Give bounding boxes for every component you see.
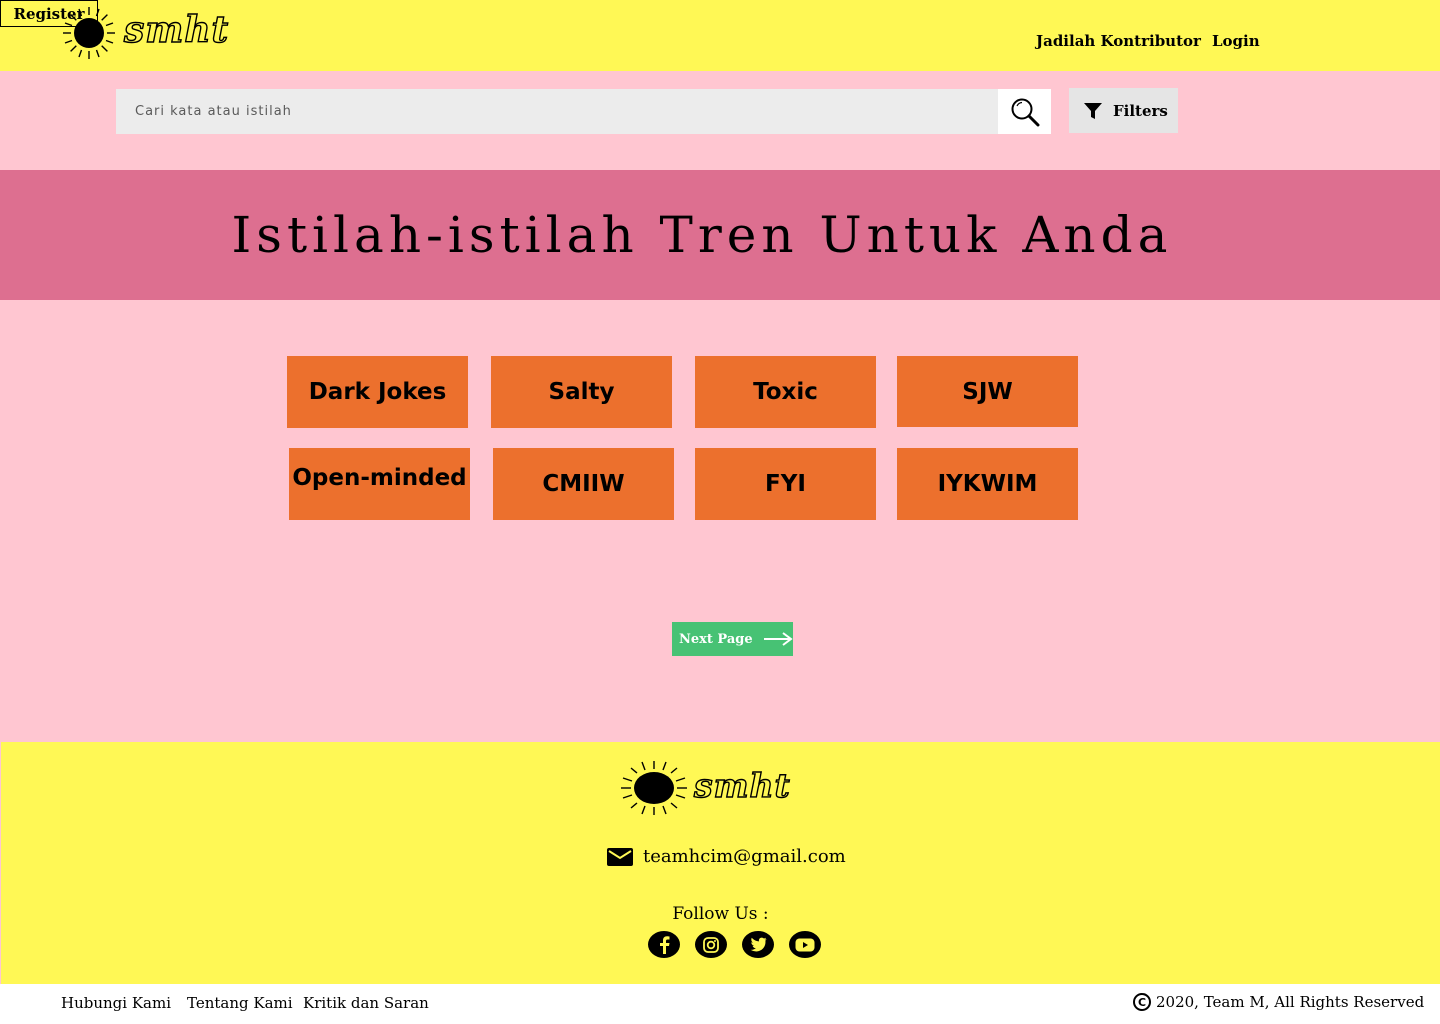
hubungi-kami-link[interactable]: Hubungi Kami — [61, 994, 171, 1012]
arrow-right-icon — [763, 632, 793, 646]
term-button[interactable]: Toxic — [695, 356, 876, 428]
term-button[interactable]: IYKWIM — [897, 448, 1078, 520]
sun-icon — [621, 761, 687, 815]
filters-button[interactable]: Filters — [1069, 88, 1178, 133]
facebook-icon[interactable] — [648, 931, 680, 958]
social-links — [648, 931, 821, 958]
term-button[interactable]: Salty — [491, 356, 672, 428]
top-navbar: smht Jadilah Kontributor Login Register — [0, 0, 1440, 71]
brand-name: smht — [123, 8, 230, 51]
page-title: Istilah-istilah Tren Untuk Anda — [231, 206, 1173, 264]
search-button[interactable] — [998, 89, 1051, 134]
term-button[interactable]: CMIIW — [493, 448, 674, 520]
kritik-saran-link[interactable]: Kritik dan Saran — [303, 994, 429, 1012]
contact-email[interactable]: teamhcim@gmail.com — [607, 846, 846, 867]
filters-label: Filters — [1113, 101, 1168, 120]
copyright-text: 2020, Team M, All Rights Reserved — [1156, 993, 1425, 1011]
footer: smht teamhcim@gmail.com Follow Us : — [1, 742, 1440, 984]
copyright-icon: C — [1133, 993, 1151, 1011]
footer-brand-name: smht — [693, 765, 791, 805]
twitter-icon[interactable] — [742, 931, 774, 958]
next-page-button[interactable]: Next Page — [672, 622, 793, 656]
term-button[interactable]: Open-minded — [289, 448, 470, 520]
follow-us-label: Follow Us : — [672, 904, 769, 924]
term-button[interactable]: FYI — [695, 448, 876, 520]
nav-contributor-link[interactable]: Jadilah Kontributor — [1036, 32, 1201, 50]
term-button[interactable]: SJW — [897, 356, 1078, 427]
mail-icon — [607, 847, 633, 866]
instagram-icon[interactable] — [695, 931, 727, 958]
next-page-label: Next Page — [679, 631, 753, 647]
copyright: C 2020, Team M, All Rights Reserved — [1133, 993, 1424, 1011]
nav-login-link[interactable]: Login — [1212, 32, 1260, 50]
trending-banner: Istilah-istilah Tren Untuk Anda — [0, 170, 1440, 300]
youtube-icon[interactable] — [789, 931, 821, 958]
term-button[interactable]: Dark Jokes — [287, 356, 468, 428]
search-input[interactable] — [116, 89, 998, 134]
tentang-kami-link[interactable]: Tentang Kami — [187, 994, 293, 1012]
search-icon — [1011, 98, 1039, 126]
filter-icon — [1084, 102, 1102, 119]
footer-logo[interactable]: smht — [620, 760, 791, 816]
brand-logo[interactable]: smht — [62, 6, 229, 60]
sun-icon — [63, 7, 115, 59]
bottom-bar: Hubungi Kami Tentang Kami Kritik dan Sar… — [0, 984, 1440, 1024]
email-address: teamhcim@gmail.com — [643, 846, 846, 867]
